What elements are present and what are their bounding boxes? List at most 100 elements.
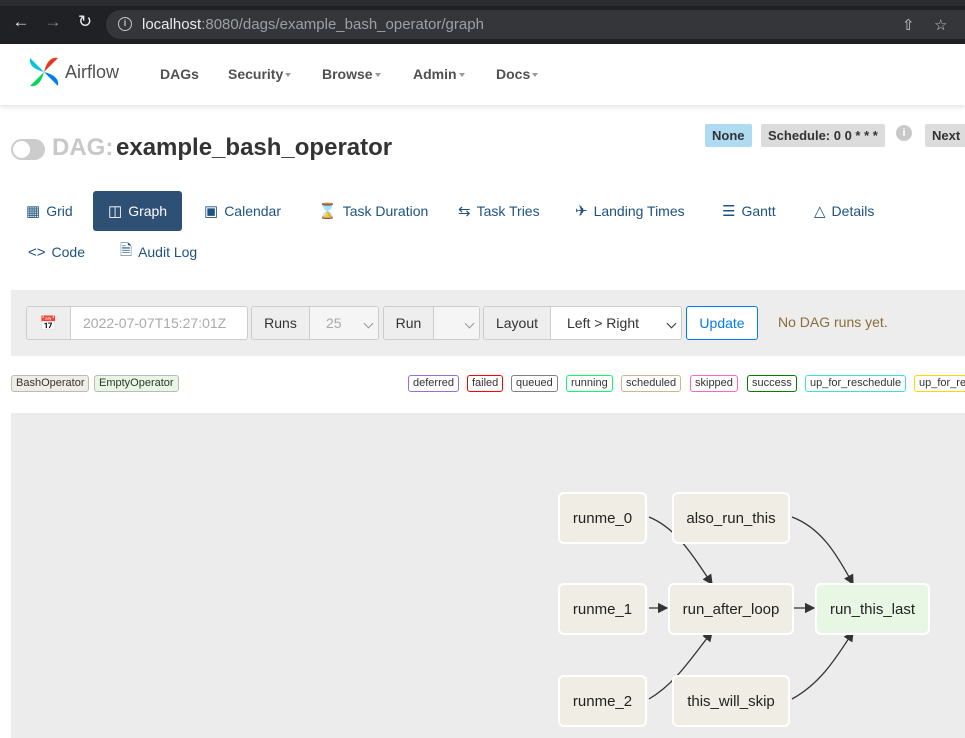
task-node-this-will-skip[interactable]: this_will_skip	[672, 675, 790, 727]
forward-icon[interactable]: →	[44, 13, 62, 31]
task-node-run-this-last[interactable]: run_this_last	[815, 583, 930, 635]
dag-pause-toggle[interactable]	[11, 139, 45, 160]
dag-label: DAG:	[52, 134, 114, 161]
caret-down-icon	[374, 73, 381, 78]
code-icon: <>	[28, 243, 46, 261]
layout-select[interactable]: Left > Right	[551, 307, 681, 339]
dag-graph-canvas[interactable]: runme_0 also_run_this runme_1 run_after_…	[11, 413, 965, 738]
share-icon[interactable]: ⇧	[902, 16, 915, 34]
tab-code-label: Code	[51, 244, 85, 260]
url-host: localhost	[142, 16, 202, 33]
toggle-knob	[13, 141, 30, 158]
no-runs-message: No DAG runs yet.	[778, 314, 888, 330]
tab-task-tries-label: Task Tries	[476, 203, 540, 219]
document-search-icon: 🗎	[120, 241, 133, 259]
update-button[interactable]: Update	[686, 306, 758, 340]
info-icon[interactable]: i	[896, 125, 912, 141]
layout-label: Layout	[484, 307, 551, 339]
tab-graph-label: Graph	[128, 203, 168, 219]
tab-calendar[interactable]: ▣ Calendar	[196, 191, 289, 231]
legend-state-up-for-reschedule[interactable]: up_for_reschedule	[805, 375, 907, 392]
brand-name[interactable]: Airflow	[65, 62, 119, 83]
legend-operator-empty[interactable]: EmptyOperator	[94, 375, 179, 392]
tab-landing-times[interactable]: ✈ Landing Times	[567, 191, 693, 231]
menu-docs-label: Docs	[496, 66, 531, 82]
tab-grid-label: Grid	[46, 203, 73, 219]
legend-operator-bash[interactable]: BashOperator	[11, 375, 90, 392]
caret-down-icon	[532, 73, 539, 78]
bookmark-star-icon[interactable]: ☆	[934, 16, 947, 34]
dag-id-title: example_bash_operator	[116, 134, 393, 161]
legend-state-running[interactable]: running	[566, 375, 613, 392]
legend-state-skipped[interactable]: skipped	[690, 375, 738, 392]
menu-docs[interactable]: Docs	[496, 66, 539, 82]
tab-grid[interactable]: ▦ Grid	[18, 191, 81, 231]
tab-task-tries[interactable]: ⇆ Task Tries	[450, 191, 548, 231]
site-info-icon[interactable]: i	[118, 17, 132, 31]
caret-down-icon	[285, 73, 292, 78]
tab-task-duration[interactable]: ⌛ Task Duration	[310, 191, 436, 231]
base-date-picker[interactable]: 📅 2022-07-07T15:27:01Z	[26, 306, 248, 340]
task-node-runme-2[interactable]: runme_2	[558, 675, 647, 727]
menu-admin[interactable]: Admin	[413, 66, 465, 82]
address-bar[interactable]: i localhost:8080/dags/example_bash_opera…	[106, 10, 965, 39]
tab-landing-times-label: Landing Times	[593, 203, 685, 219]
tab-task-duration-label: Task Duration	[342, 203, 429, 219]
tab-gantt[interactable]: ☰ Gantt	[714, 191, 784, 231]
tab-gantt-label: Gantt	[741, 203, 776, 219]
grid-icon: ▦	[26, 203, 41, 220]
hourglass-icon: ⌛	[318, 203, 337, 220]
schedule-badge: Schedule: 0 0 * * *	[761, 124, 885, 147]
menu-dags[interactable]: DAGs	[160, 66, 199, 82]
back-icon[interactable]: ←	[12, 13, 30, 31]
task-node-run-after-loop[interactable]: run_after_loop	[668, 583, 794, 635]
run-select-group: Run	[383, 306, 480, 340]
edge-this-will-skip-run-this-last	[791, 630, 854, 700]
menu-dags-label: DAGs	[160, 66, 199, 82]
tab-code[interactable]: <> Code	[20, 232, 93, 272]
task-node-also-run-this[interactable]: also_run_this	[672, 492, 790, 544]
graph-icon: ◫	[108, 203, 123, 220]
airflow-navbar: Airflow DAGs Security Browse Admin Docs	[0, 44, 965, 105]
retry-icon: ⇆	[458, 203, 471, 220]
browser-toolbar: ← → ↻ i localhost:8080/dags/example_bash…	[0, 0, 965, 44]
airflow-logo-icon[interactable]	[26, 54, 62, 90]
legend-state-success[interactable]: success	[747, 375, 797, 392]
browser-tab-strip	[0, 0, 965, 6]
edge-also-run-this-run-this-last	[791, 516, 854, 586]
legend-state-scheduled[interactable]: scheduled	[621, 375, 682, 392]
legend-state-up-for-retry[interactable]: up_for_re	[914, 375, 965, 392]
calendar-icon: ▣	[204, 203, 219, 220]
reload-icon[interactable]: ↻	[76, 13, 94, 31]
tab-details[interactable]: △ Details	[806, 191, 882, 231]
gantt-icon: ☰	[722, 203, 736, 220]
runs-select-group: Runs 25	[251, 306, 379, 340]
tab-audit-log[interactable]: 🗎 Audit Log	[112, 232, 205, 272]
calendar-picker-icon[interactable]: 📅	[27, 307, 71, 339]
warning-triangle-icon: △	[814, 203, 826, 220]
menu-security[interactable]: Security	[228, 66, 292, 82]
menu-browse[interactable]: Browse	[322, 66, 381, 82]
tab-details-label: Details	[831, 203, 875, 219]
task-node-runme-1[interactable]: runme_1	[558, 583, 647, 635]
url-text: localhost:8080/dags/example_bash_operato…	[142, 16, 484, 33]
menu-admin-label: Admin	[413, 66, 457, 82]
graph-edges	[648, 516, 854, 700]
landing-plane-icon: ✈	[575, 203, 588, 220]
layout-select-group: Layout Left > Right	[483, 306, 682, 340]
run-label: Run	[384, 307, 434, 339]
tab-audit-log-label: Audit Log	[138, 244, 198, 260]
legend-state-queued[interactable]: queued	[511, 375, 558, 392]
url-path: :8080/dags/example_bash_operator/graph	[201, 16, 484, 33]
task-node-runme-0[interactable]: runme_0	[558, 492, 647, 544]
next-run-badge: Next	[925, 124, 965, 147]
runs-label: Runs	[252, 307, 310, 339]
tab-graph[interactable]: ◫ Graph	[93, 191, 183, 231]
legend-state-failed[interactable]: failed	[467, 375, 504, 392]
menu-browse-label: Browse	[322, 66, 373, 82]
caret-down-icon	[458, 73, 465, 78]
legend-state-deferred[interactable]: deferred	[408, 375, 459, 392]
base-date-input[interactable]: 2022-07-07T15:27:01Z	[73, 307, 226, 339]
tab-calendar-label: Calendar	[224, 203, 282, 219]
menu-security-label: Security	[228, 66, 284, 82]
